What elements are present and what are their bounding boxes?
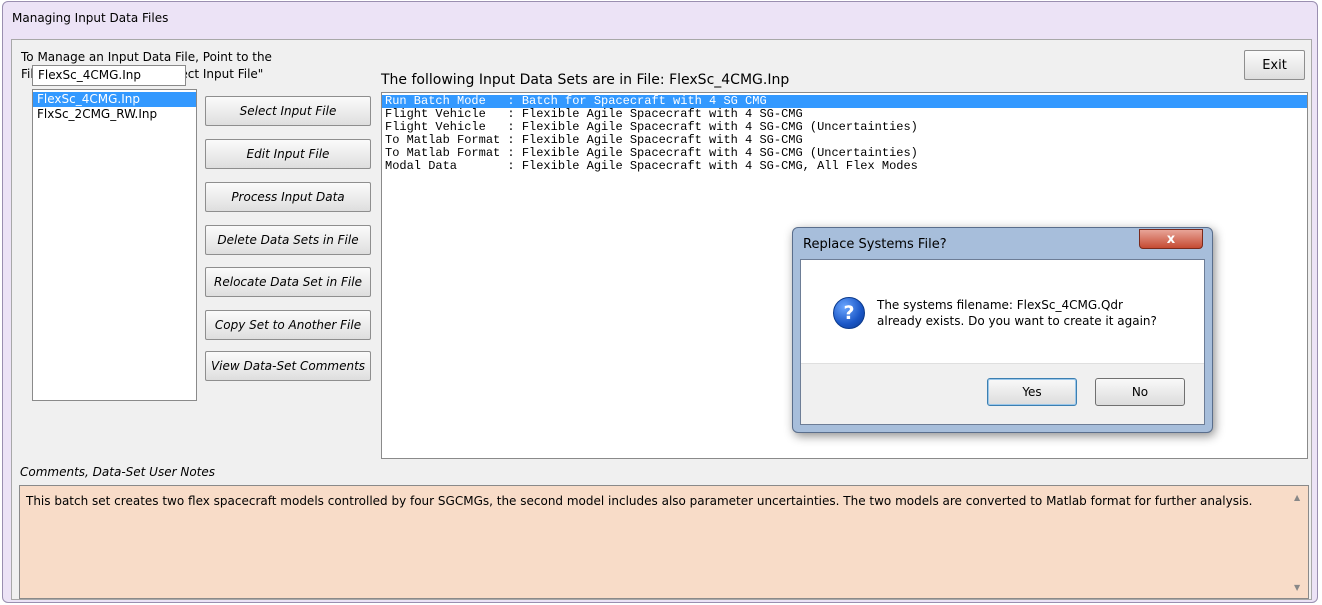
instructions-line-1: To Manage an Input Data File, Point to t…	[21, 50, 272, 64]
replace-file-dialog: Replace Systems File? x ? The systems fi…	[792, 227, 1213, 433]
dataset-row[interactable]: Modal Data : Flexible Agile Spacecraft w…	[382, 160, 1307, 173]
process-input-data-button[interactable]: Process Input Data	[205, 182, 371, 212]
relocate-data-set-button[interactable]: Relocate Data Set in File	[205, 267, 371, 297]
window-title: Managing Input Data Files	[12, 11, 169, 25]
scroll-down-arrow-icon[interactable]: ▼	[1294, 584, 1302, 592]
dialog-message-line-2: already exists. Do you want to create it…	[877, 314, 1157, 328]
dialog-message-line-1: The systems filename: FlexSc_4CMG.Qdr	[877, 298, 1123, 312]
close-icon[interactable]: x	[1139, 229, 1203, 249]
select-input-file-button[interactable]: Select Input File	[205, 96, 371, 126]
dialog-title: Replace Systems File?	[803, 237, 947, 252]
comments-text: This batch set creates two flex spacecra…	[26, 494, 1253, 508]
comments-textarea[interactable]: This batch set creates two flex spacecra…	[19, 485, 1309, 599]
dialog-footer: Yes No	[801, 363, 1204, 424]
dialog-body: ? The systems filename: FlexSc_4CMG.Qdr …	[800, 259, 1205, 425]
comments-label: Comments, Data-Set User Notes	[20, 465, 215, 479]
file-list-item[interactable]: FlexSc_4CMG.Inp	[33, 92, 196, 107]
scroll-up-arrow-icon[interactable]: ▲	[1294, 494, 1302, 502]
datasets-title: The following Input Data Sets are in Fil…	[381, 72, 790, 88]
copy-set-button[interactable]: Copy Set to Another File	[205, 310, 371, 340]
dialog-message: The systems filename: FlexSc_4CMG.Qdr al…	[877, 297, 1157, 329]
yes-button[interactable]: Yes	[987, 378, 1077, 406]
file-list[interactable]: FlexSc_4CMG.Inp FlxSc_2CMG_RW.Inp	[32, 89, 197, 401]
view-comments-button[interactable]: View Data-Set Comments	[205, 351, 371, 381]
exit-button[interactable]: Exit	[1244, 50, 1305, 80]
no-button[interactable]: No	[1095, 378, 1185, 406]
file-list-item[interactable]: FlxSc_2CMG_RW.Inp	[33, 107, 196, 122]
delete-data-sets-button[interactable]: Delete Data Sets in File	[205, 225, 371, 255]
edit-input-file-button[interactable]: Edit Input File	[205, 139, 371, 169]
question-icon: ?	[833, 297, 865, 329]
filename-field[interactable]: FlexSc_4CMG.Inp	[32, 65, 186, 86]
